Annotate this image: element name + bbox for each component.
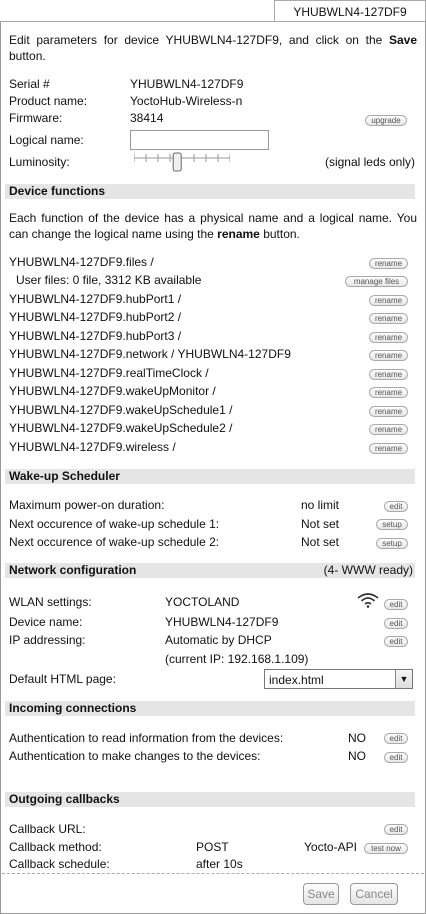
rename-button[interactable]: rename [369, 295, 408, 306]
callback-method-label: Callback method: [9, 840, 102, 854]
rename-button[interactable]: rename [369, 350, 408, 361]
firmware-label: Firmware: [9, 111, 63, 125]
current-ip: (current IP: 192.168.1.109) [165, 652, 309, 666]
upgrade-button[interactable]: upgrade [365, 115, 407, 126]
function-item: YHUBWLN4-127DF9.wireless / [9, 440, 176, 454]
logical-name-label: Logical name: [9, 133, 84, 147]
device-name-label: Device name: [9, 615, 83, 629]
firmware-value: 38414 [130, 111, 164, 125]
serial-label: Serial # [9, 77, 50, 91]
cancel-button[interactable]: Cancel [350, 883, 398, 905]
functions-desc-prefix: Each function of the device has a physic… [9, 211, 417, 241]
function-item: YHUBWLN4-127DF9.network / YHUBWLN4-127DF… [9, 347, 291, 361]
callback-url-label: Callback URL: [9, 822, 86, 836]
tab-device[interactable]: YHUBWLN4-127DF9 [274, 0, 426, 22]
function-item: YHUBWLN4-127DF9.hubPort1 / [9, 292, 182, 306]
setup-button[interactable]: setup [376, 538, 408, 549]
rename-button[interactable]: rename [369, 443, 408, 454]
ip-addressing-label: IP addressing: [9, 633, 86, 647]
chevron-down-icon[interactable]: ▼ [395, 670, 412, 688]
intro-text: Edit parameters for device YHUBWLN4-127D… [9, 32, 417, 64]
network-title: Network configuration [9, 563, 137, 577]
rename-button[interactable]: rename [369, 313, 408, 324]
manage-files-button[interactable]: manage files [345, 276, 408, 287]
auth-read-label: Authentication to read information from … [9, 731, 284, 745]
wakeup-row-value: Not set [301, 535, 340, 549]
default-html-value: index.html [269, 673, 324, 687]
wakeup-row-label: Maximum power-on duration: [9, 498, 165, 512]
intro-prefix: Edit parameters for device YHUBWLN4-127D… [9, 33, 389, 47]
device-name-value: YHUBWLN4-127DF9 [165, 615, 279, 629]
wlan-value: YOCTOLAND [165, 595, 240, 609]
luminosity-label: Luminosity: [9, 155, 70, 169]
luminosity-slider[interactable] [134, 150, 230, 174]
intro-bold: Save [388, 33, 417, 47]
auth-read-value: NO [348, 731, 366, 745]
rename-button[interactable]: rename [369, 258, 408, 269]
wakeup-row-value: Not set [301, 517, 340, 531]
auth-write-edit-button[interactable]: edit [384, 752, 408, 763]
auth-write-label: Authentication to make changes to the de… [9, 749, 261, 763]
wakeup-row-label: Next occurence of wake-up schedule 1: [9, 517, 220, 531]
wakeup-row-label: Next occurence of wake-up schedule 2: [9, 535, 220, 549]
logical-name-input[interactable] [130, 130, 269, 150]
section-wakeup-scheduler: Wake-up Scheduler [5, 469, 415, 484]
functions-description: Each function of the device has a physic… [9, 210, 417, 242]
section-network-configuration: Network configuration (4- WWW ready) [5, 563, 415, 578]
product-label: Product name: [9, 94, 88, 108]
function-item: YHUBWLN4-127DF9.files / [9, 255, 154, 269]
save-button[interactable]: Save [303, 883, 339, 905]
setup-button[interactable]: setup [376, 519, 408, 530]
wakeup-row-value: no limit [301, 498, 340, 512]
wlan-label: WLAN settings: [9, 595, 92, 609]
auth-write-value: NO [348, 749, 366, 763]
callback-schedule-label: Callback schedule: [9, 857, 110, 871]
ip-edit-button[interactable]: edit [384, 636, 408, 647]
section-incoming-connections: Incoming connections [5, 701, 415, 716]
function-item: YHUBWLN4-127DF9.hubPort2 / [9, 310, 182, 324]
function-item: YHUBWLN4-127DF9.wakeUpMonitor / [9, 384, 216, 398]
function-item: YHUBWLN4-127DF9.wakeUpSchedule2 / [9, 421, 233, 435]
wifi-icon [357, 593, 379, 608]
rename-button[interactable]: rename [369, 424, 408, 435]
rename-button[interactable]: rename [369, 387, 408, 398]
test-now-button[interactable]: test now [364, 843, 408, 854]
rename-button[interactable]: rename [369, 332, 408, 343]
default-html-label: Default HTML page: [9, 672, 116, 686]
serial-value: YHUBWLN4-127DF9 [130, 77, 244, 91]
slider-thumb[interactable] [172, 152, 182, 172]
rename-button[interactable]: rename [369, 406, 408, 417]
function-item: YHUBWLN4-127DF9.wakeUpSchedule1 / [9, 403, 233, 417]
section-device-functions: Device functions [5, 184, 415, 199]
callback-type-value: Yocto-API [304, 840, 357, 854]
callback-schedule-value: after 10s [196, 857, 243, 871]
intro-suffix: button. [9, 49, 46, 63]
user-files-info: User files: 0 file, 3312 KB available [16, 273, 202, 287]
edit-button[interactable]: edit [384, 501, 408, 512]
network-status: (4- WWW ready) [323, 563, 413, 577]
section-outgoing-callbacks: Outgoing callbacks [5, 792, 415, 807]
auth-read-edit-button[interactable]: edit [384, 733, 408, 744]
function-item: YHUBWLN4-127DF9.hubPort3 / [9, 329, 182, 343]
ip-addressing-value: Automatic by DHCP [165, 633, 272, 647]
functions-desc-bold: rename [217, 227, 260, 241]
wlan-edit-button[interactable]: edit [384, 599, 408, 610]
rename-button[interactable]: rename [369, 369, 408, 380]
luminosity-note: (signal leds only) [324, 155, 415, 169]
function-item: YHUBWLN4-127DF9.realTimeClock / [9, 366, 209, 380]
product-value: YoctoHub-Wireless-n [130, 94, 243, 108]
callback-method-value: POST [196, 840, 229, 854]
default-html-select[interactable]: index.html ▼ [264, 669, 413, 689]
tab-bar: YHUBWLN4-127DF9 [0, 0, 426, 22]
device-name-edit-button[interactable]: edit [384, 618, 408, 629]
functions-desc-suffix: button. [259, 227, 300, 241]
callback-url-edit-button[interactable]: edit [384, 824, 408, 835]
